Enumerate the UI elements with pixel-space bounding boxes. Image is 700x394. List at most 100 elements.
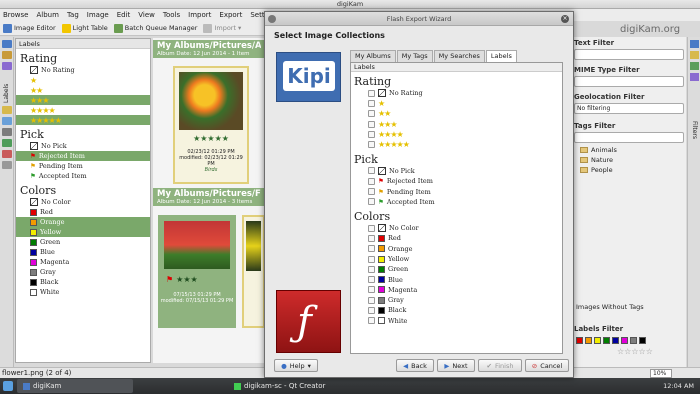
color-yellow[interactable]: Yellow <box>16 227 150 237</box>
rating-4-stars[interactable]: ★★★★ <box>16 105 150 115</box>
checkbox[interactable] <box>368 110 375 118</box>
color-white[interactable]: White <box>16 287 150 297</box>
dlg-pick-none[interactable]: No Pick <box>351 166 562 176</box>
images-without-tags[interactable]: Images Without Tags <box>572 302 644 312</box>
menu-import[interactable]: Import <box>188 11 211 19</box>
color-swatch[interactable] <box>639 337 646 344</box>
next-button[interactable]: ▶ Next <box>437 359 475 372</box>
filters-tab[interactable]: Filters <box>691 121 698 139</box>
checkbox[interactable] <box>368 234 375 242</box>
cancel-button[interactable]: ⊘ Cancel <box>525 359 569 372</box>
checkbox[interactable] <box>368 306 375 314</box>
fuzzy-search-tab-icon[interactable] <box>2 128 12 136</box>
color-red[interactable]: Red <box>16 207 150 217</box>
checkbox[interactable] <box>368 130 375 138</box>
tag-item-people[interactable]: People <box>576 165 686 175</box>
checkbox[interactable] <box>368 296 375 304</box>
color-green[interactable]: Green <box>16 237 150 247</box>
color-swatch[interactable] <box>576 337 583 344</box>
thumbnail-item[interactable]: ★★★★★ 02/23/12 01:29 PM modified: 02/23/… <box>173 66 249 184</box>
tab-labels[interactable]: Labels <box>485 50 517 62</box>
color-swatch[interactable] <box>585 337 592 344</box>
image-editor-button[interactable]: Image Editor <box>3 23 56 33</box>
menu-image[interactable]: Image <box>87 11 109 19</box>
dlg-color-red[interactable]: Red <box>351 233 562 243</box>
rating-1-star[interactable]: ★ <box>16 75 150 85</box>
color-none[interactable]: No Color <box>16 197 150 207</box>
labels-filter-stars[interactable]: ☆☆☆☆☆ <box>617 347 653 356</box>
color-orange[interactable]: Orange <box>16 217 150 227</box>
light-table-button[interactable]: Light Table <box>61 23 108 33</box>
dlg-color-magenta[interactable]: Magenta <box>351 285 562 295</box>
dlg-pick-pending[interactable]: ⚑ Pending Item <box>351 186 562 196</box>
people-tab-icon[interactable] <box>2 150 12 158</box>
timeline-tab-icon[interactable] <box>2 106 12 114</box>
checkbox[interactable] <box>368 276 375 284</box>
dlg-color-white[interactable]: White <box>351 316 562 326</box>
menu-edit[interactable]: Edit <box>117 11 131 19</box>
batch-queue-button[interactable]: Batch Queue Manager <box>113 23 197 33</box>
help-button[interactable]: ● Help ▾ <box>274 359 318 372</box>
zoom-level[interactable]: 10% <box>650 369 672 378</box>
color-swatch[interactable] <box>621 337 628 344</box>
dlg-pick-accepted[interactable]: ⚑ Accepted Item <box>351 197 562 207</box>
checkbox[interactable] <box>368 188 375 196</box>
map-search-tab-icon[interactable] <box>2 139 12 147</box>
color-swatch[interactable] <box>612 337 619 344</box>
text-filter-input[interactable] <box>574 49 684 60</box>
checkbox[interactable] <box>368 177 375 185</box>
checkbox[interactable] <box>368 255 375 263</box>
properties-tab-icon[interactable] <box>690 40 699 48</box>
pick-no-pick[interactable]: No Pick <box>16 141 150 151</box>
menu-album[interactable]: Album <box>37 11 59 19</box>
checkbox[interactable] <box>368 99 375 107</box>
task-digikam[interactable]: digiKam <box>17 379 133 393</box>
pick-pending[interactable]: ⚑ Pending Item <box>16 161 150 171</box>
back-button[interactable]: ◀ Back <box>396 359 434 372</box>
metadata-tab-icon[interactable] <box>690 51 699 59</box>
import-button[interactable]: Import ▾ <box>203 23 241 33</box>
finish-button[interactable]: ✔ Finish <box>478 359 522 372</box>
close-icon[interactable]: × <box>561 15 569 23</box>
tag-item-animals[interactable]: Animals <box>576 145 686 155</box>
dialog-menu-icon[interactable] <box>268 15 276 23</box>
color-swatch[interactable] <box>594 337 601 344</box>
checkbox[interactable] <box>368 167 375 175</box>
menu-export[interactable]: Export <box>219 11 242 19</box>
tab-my-tags[interactable]: My Tags <box>396 50 433 62</box>
dlg-rating-3[interactable]: ★★★ <box>351 119 562 129</box>
tags-tab-icon[interactable] <box>2 51 12 59</box>
menu-browse[interactable]: Browse <box>3 11 29 19</box>
labels-tab-icon[interactable] <box>2 62 12 70</box>
labels-filter-colors[interactable] <box>576 337 646 344</box>
checkbox[interactable] <box>368 317 375 325</box>
color-black[interactable]: Black <box>16 277 150 287</box>
color-swatch[interactable] <box>603 337 610 344</box>
rating-5-stars[interactable]: ★★★★★ <box>16 115 150 125</box>
geo-filter-select[interactable]: No filtering <box>574 103 684 114</box>
labels-tab[interactable]: Labels <box>3 73 10 103</box>
search-tab-icon[interactable] <box>2 117 12 125</box>
dlg-color-none[interactable]: No Color <box>351 223 562 233</box>
thumbnail-item[interactable]: ⚑ ★★★ 07/15/13 01:29 PM modified: 07/15/1… <box>158 215 236 328</box>
dlg-rating-none[interactable]: No Rating <box>351 88 562 98</box>
checkbox[interactable] <box>368 141 375 149</box>
dlg-rating-4[interactable]: ★★★★ <box>351 129 562 139</box>
dlg-rating-1[interactable]: ★ <box>351 98 562 108</box>
pick-rejected[interactable]: ⚑ Rejected Item <box>16 151 150 161</box>
dlg-color-yellow[interactable]: Yellow <box>351 254 562 264</box>
dlg-color-green[interactable]: Green <box>351 264 562 274</box>
thumbnail-item[interactable] <box>242 215 265 328</box>
app-launcher-icon[interactable] <box>3 381 13 391</box>
rating-3-stars[interactable]: ★★★ <box>16 95 150 105</box>
dlg-pick-rejected[interactable]: ⚑ Rejected Item <box>351 176 562 186</box>
tag-item-nature[interactable]: Nature <box>576 155 686 165</box>
dlg-color-blue[interactable]: Blue <box>351 274 562 284</box>
color-magenta[interactable]: Magenta <box>16 257 150 267</box>
color-blue[interactable]: Blue <box>16 247 150 257</box>
color-gray[interactable]: Gray <box>16 267 150 277</box>
rating-2-stars[interactable]: ★★ <box>16 85 150 95</box>
dlg-rating-2[interactable]: ★★ <box>351 109 562 119</box>
albums-tab-icon[interactable] <box>2 40 12 48</box>
tab-my-albums[interactable]: My Albums <box>350 50 396 62</box>
